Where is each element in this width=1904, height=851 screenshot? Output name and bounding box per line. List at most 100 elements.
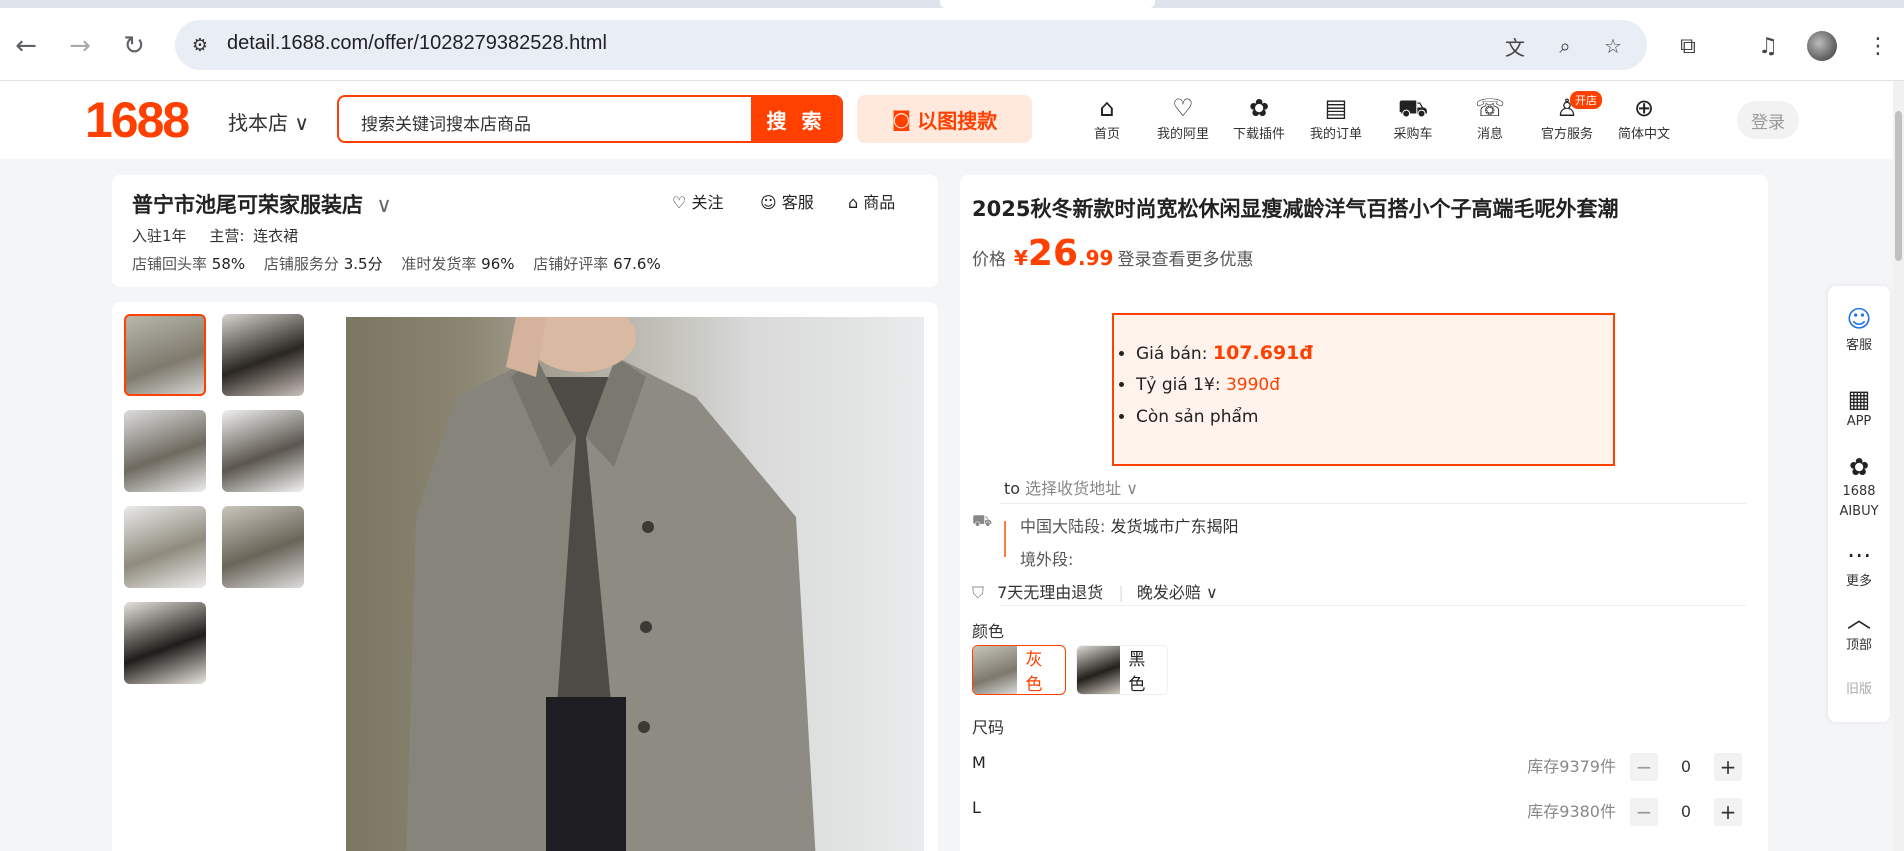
customer-service-button[interactable]: ☺ 客服 <box>760 189 814 213</box>
thumbnail-3[interactable] <box>124 410 206 492</box>
main-product-image[interactable] <box>346 317 924 851</box>
search-button[interactable]: 搜 索 <box>751 97 841 141</box>
color-option-black[interactable]: 黑色 <box>1076 645 1168 695</box>
follow-button[interactable]: ♡ 关注 <box>672 189 723 213</box>
stat-value: 67.6% <box>613 255 661 273</box>
page-scrollbar[interactable] <box>1893 81 1904 851</box>
quantity-value[interactable]: 0 <box>1658 802 1714 821</box>
decrement-button[interactable]: − <box>1630 753 1658 781</box>
thumbnail-1[interactable] <box>124 314 206 396</box>
color-option-label: 灰色 <box>1025 650 1043 695</box>
service-label: 客服 <box>781 193 814 212</box>
profile-avatar[interactable] <box>1807 31 1837 61</box>
nav-home[interactable]: ⌂ 首页 <box>1072 93 1142 142</box>
chevron-down-icon[interactable]: ∨ <box>376 193 391 217</box>
guarantee-row: ⛉ 7天无理由退货 | 晚发必赔 ∨ <box>972 583 1218 602</box>
nav-label: 我的订单 <box>1309 127 1362 142</box>
mainland-label: 中国大陆段: <box>1020 517 1106 536</box>
forward-button[interactable]: → <box>60 26 100 66</box>
size-row-m: M 库存9379件 − 0 + <box>972 753 1758 783</box>
sidebar-customer-service[interactable]: ☺ 客服 <box>1828 304 1890 353</box>
sidebar-top[interactable]: ︿ 顶部 <box>1828 604 1890 653</box>
nav-official-service[interactable]: ♙ 开店 官方服务 <box>1532 91 1602 142</box>
decrement-button[interactable]: − <box>1630 798 1658 826</box>
image-search-button[interactable]: ◙ 以图搜款 <box>857 95 1032 143</box>
media-control-icon[interactable]: ♫ <box>1748 26 1788 66</box>
late-compensation-dropdown[interactable]: 晚发必赔 ∨ <box>1137 583 1218 602</box>
quantity-stepper: − 0 + <box>1630 753 1742 781</box>
nav-language[interactable]: ⊕ 简体中文 <box>1609 93 1679 142</box>
nav-my-ali[interactable]: ♡ 我的阿里 <box>1148 93 1218 142</box>
shop-products-button[interactable]: ⌂ 商品 <box>848 189 895 213</box>
address-bar[interactable]: ⚙ detail.1688.com/offer/1028279382528.ht… <box>175 20 1647 70</box>
color-swatch <box>973 646 1018 694</box>
active-tab[interactable] <box>940 0 1155 8</box>
scrollbar-thumb[interactable] <box>1895 111 1902 261</box>
ship-address-select[interactable]: 选择收货地址 ∨ <box>1025 479 1138 498</box>
back-button[interactable]: ← <box>6 26 46 66</box>
sidebar-label: 客服 <box>1845 338 1872 353</box>
shield-icon: ⛉ <box>972 583 985 602</box>
image-search-label: 以图搜款 <box>917 108 998 133</box>
tab-strip <box>0 0 1904 8</box>
increment-button[interactable]: + <box>1714 753 1742 781</box>
reload-button[interactable]: ↻ <box>114 26 154 66</box>
quantity-stepper: − 0 + <box>1630 798 1742 826</box>
size-label: 尺码 <box>972 718 1005 737</box>
clipboard-icon: ▤ <box>1324 94 1348 122</box>
divider <box>1000 503 1746 504</box>
product-detail-panel: 2025秋冬新款时尚宽松休闲显瘦减龄洋气百搭小个子高端毛呢外套潮 价格 ¥26.9… <box>960 175 1768 851</box>
thumbnail-2[interactable] <box>222 314 304 396</box>
nav-messages[interactable]: ☏ 消息 <box>1455 93 1525 142</box>
thumbnail-6[interactable] <box>222 506 304 588</box>
quantity-value[interactable]: 0 <box>1658 757 1714 776</box>
sidebar-label: 更多 <box>1845 574 1872 589</box>
sidebar-more[interactable]: ⋯ 更多 <box>1828 540 1890 589</box>
returns-policy[interactable]: 7天无理由退货 <box>997 583 1103 602</box>
size-name: L <box>972 798 981 817</box>
nav-my-orders[interactable]: ▤ 我的订单 <box>1301 93 1371 142</box>
heart-plus-icon: ♡ <box>672 193 687 212</box>
vn-price-label: Giá bán: <box>1136 344 1208 364</box>
extensions-icon[interactable]: ⧉ <box>1668 26 1708 66</box>
truck-icon: ⛟ <box>972 511 993 530</box>
nav-download-plugin[interactable]: ✿ 下载插件 <box>1224 93 1294 142</box>
divider <box>1000 605 1746 606</box>
menu-dots-icon[interactable]: ⋮ <box>1858 26 1898 66</box>
search-input[interactable]: 搜索关键词搜本店商品 <box>361 110 531 135</box>
shop-name[interactable]: 普宁市池尾可荣家服装店 ∨ <box>132 189 392 219</box>
login-discount-link[interactable]: 登录查看更多优惠 <box>1117 250 1253 270</box>
shop-subinfo: 入驻1年 主营: 连衣裙 <box>132 225 298 246</box>
nav-label: 消息 <box>1476 127 1503 142</box>
browser-chrome: ← → ↻ ⚙ detail.1688.com/offer/1028279382… <box>0 0 1904 81</box>
color-swatch <box>1077 646 1121 694</box>
translate-icon[interactable]: 文 <box>1502 33 1528 60</box>
find-shop-dropdown[interactable]: 找本店 ∨ <box>228 107 309 136</box>
search-box[interactable]: 搜索关键词搜本店商品 搜 索 <box>337 95 843 143</box>
thumbnail-7[interactable] <box>124 602 206 684</box>
sidebar-label: APP <box>1846 414 1872 429</box>
zoom-icon[interactable]: ⌕ <box>1552 33 1578 59</box>
url-text[interactable]: detail.1688.com/offer/1028279382528.html <box>227 32 607 55</box>
nav-label: 下载插件 <box>1232 127 1285 142</box>
color-option-gray[interactable]: 灰色 <box>972 645 1066 695</box>
thumbnail-4[interactable] <box>222 410 304 492</box>
login-button[interactable]: 登录 <box>1737 101 1799 139</box>
site-info-icon[interactable]: ⚙ <box>185 30 215 60</box>
site-logo[interactable]: 1688 <box>85 91 190 149</box>
sidebar-app[interactable]: ▦ APP <box>1828 384 1890 429</box>
sidebar-label: 顶部 <box>1845 638 1872 653</box>
shop-name-text: 普宁市池尾可荣家服装店 <box>132 193 363 217</box>
thumbnail-5[interactable] <box>124 506 206 588</box>
stat-value: 58% <box>211 255 246 273</box>
sidebar-old-version[interactable]: 旧版 <box>1828 678 1890 697</box>
qr-code-icon: ▦ <box>1847 385 1871 413</box>
sidebar-aibuy[interactable]: ✿ 1688 AIBUY <box>1828 452 1890 522</box>
nav-cart[interactable]: ⛟ 采购车 <box>1378 93 1448 142</box>
nav-label: 简体中文 <box>1617 127 1670 142</box>
nav-label: 采购车 <box>1393 127 1433 142</box>
camera-icon: ◙ <box>891 107 912 131</box>
increment-button[interactable]: + <box>1714 798 1742 826</box>
globe-icon: ⊕ <box>1633 94 1655 122</box>
bookmark-star-icon[interactable]: ☆ <box>1600 33 1626 59</box>
